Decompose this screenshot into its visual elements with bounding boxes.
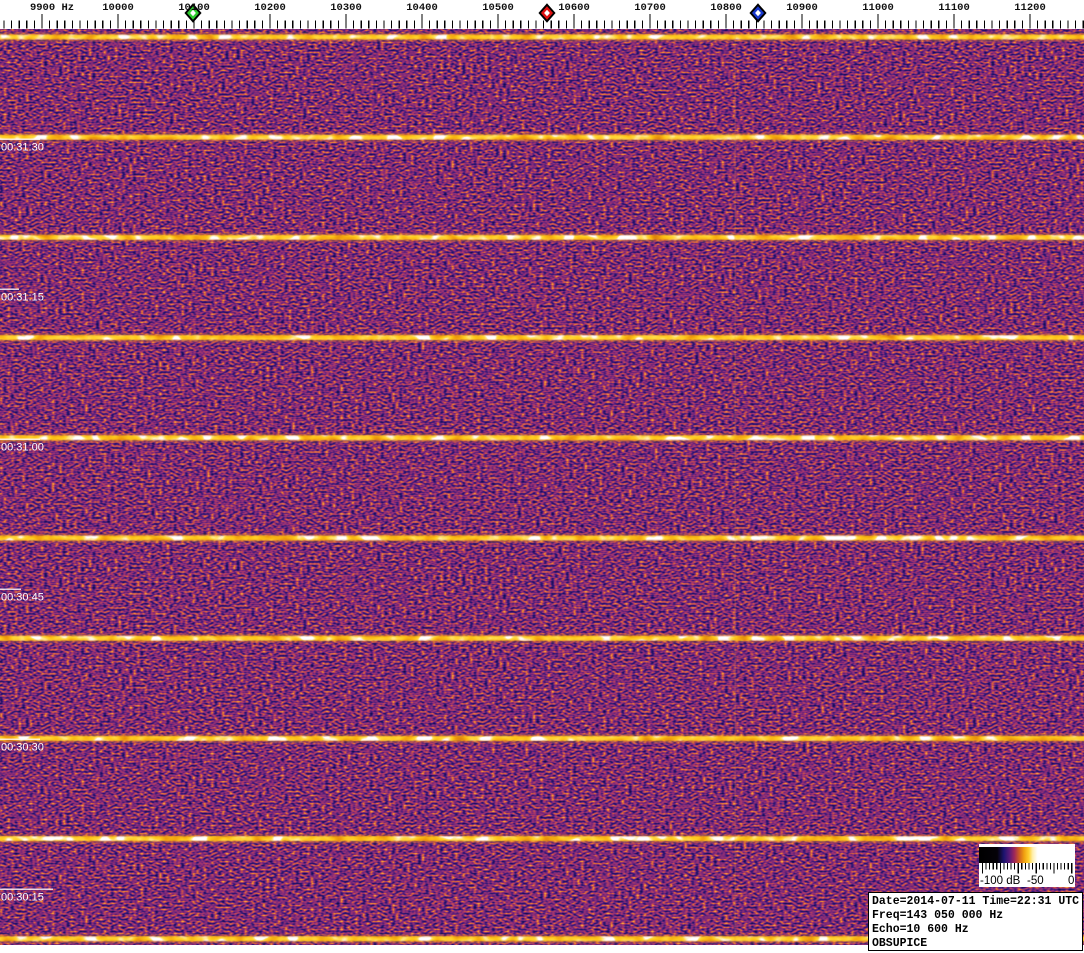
svg-text:00:30:30: 00:30:30 bbox=[1, 741, 44, 753]
svg-text:00:30:45: 00:30:45 bbox=[1, 591, 44, 603]
svg-text:00:31:15: 00:31:15 bbox=[1, 291, 44, 303]
svg-text:00:31:00: 00:31:00 bbox=[1, 441, 44, 453]
svg-text:00:30:15: 00:30:15 bbox=[1, 891, 44, 903]
svg-text:00:31:30: 00:31:30 bbox=[1, 141, 44, 153]
